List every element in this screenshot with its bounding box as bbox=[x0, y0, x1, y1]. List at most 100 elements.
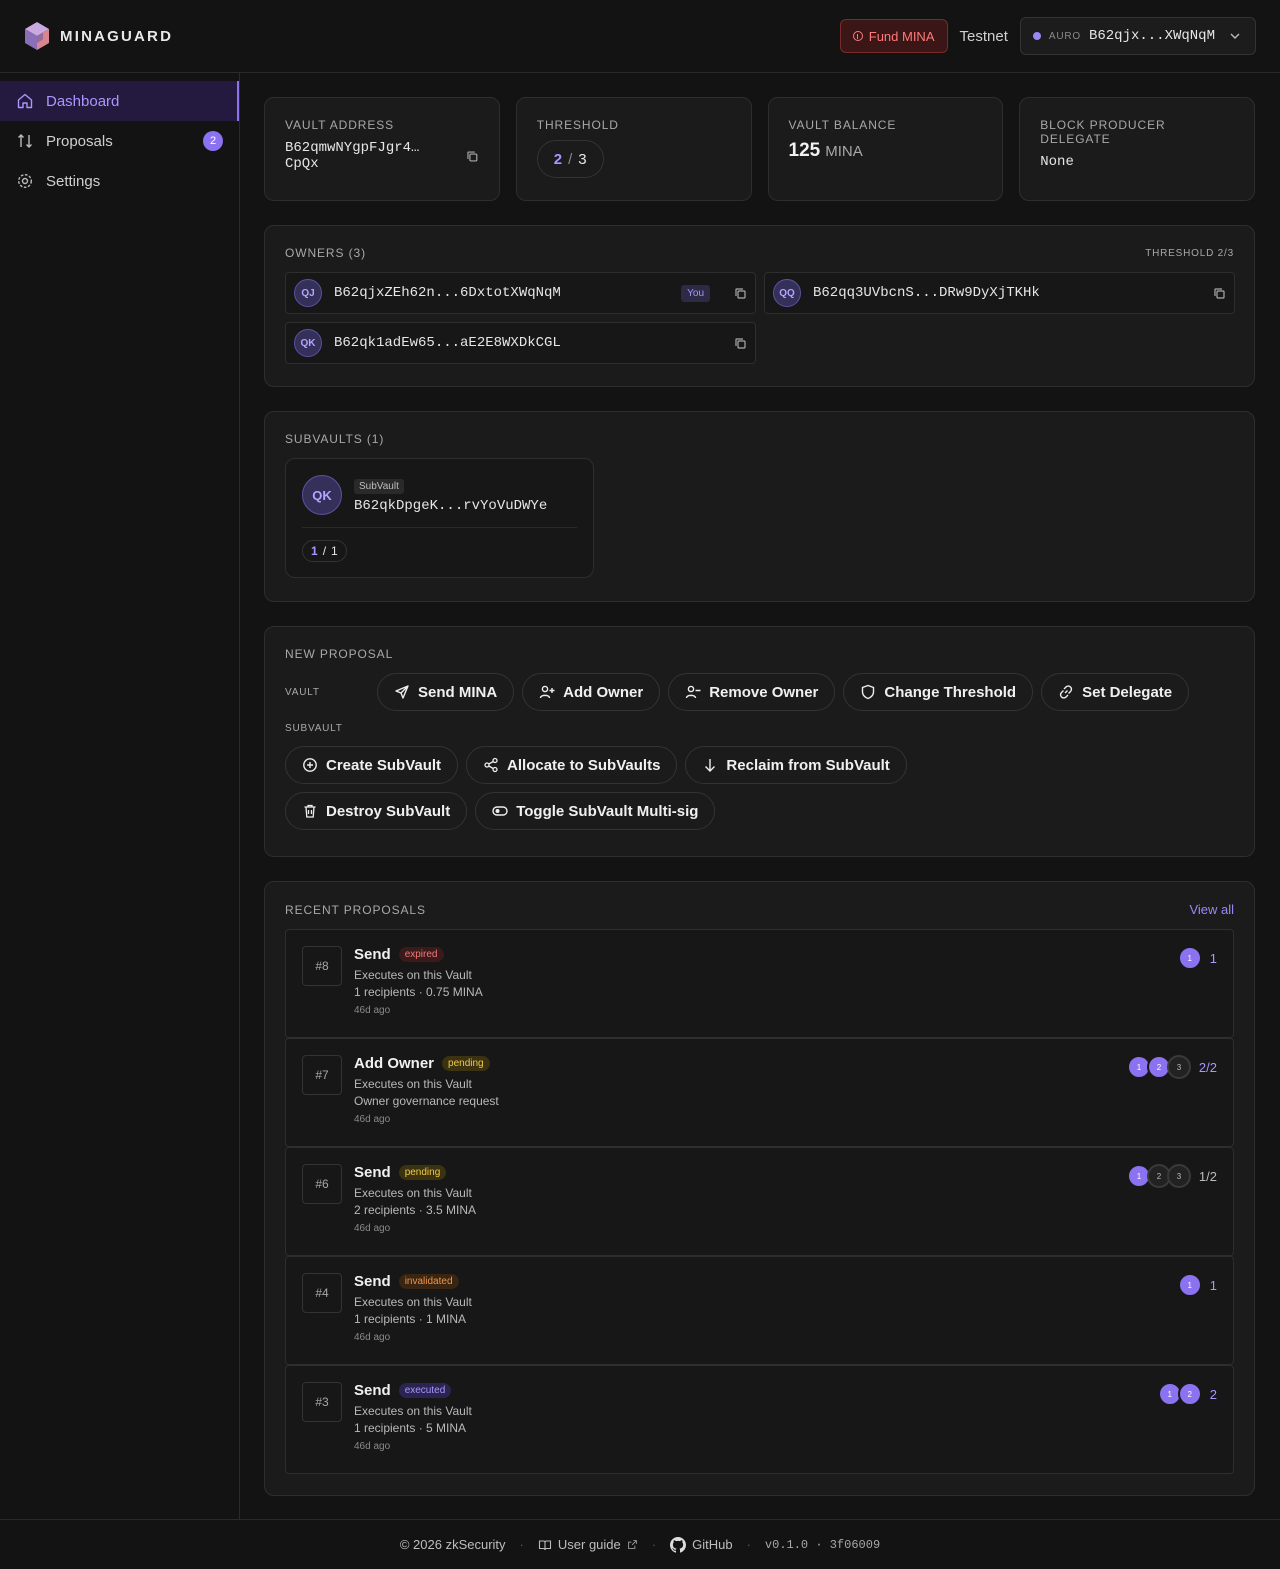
signature-progress: 11 bbox=[1177, 946, 1217, 970]
signer-avatar: 3 bbox=[1166, 1055, 1191, 1079]
subvault-address: B62qkDpgeK...rvYoVuDWYe bbox=[354, 498, 548, 514]
top-bar: MINAGUARD Fund MINA Testnet AURO B62qjx.… bbox=[0, 0, 1280, 73]
balance-amount: 125 bbox=[788, 140, 821, 161]
proposal-summary: 1 recipients · 1 MINA bbox=[354, 1312, 467, 1326]
owner-address: B62qq3UVbcnS...DRw9DyXjTKHk bbox=[813, 285, 1040, 301]
signature-progress: 1 2 3 1/2 bbox=[1126, 1164, 1217, 1188]
delegate-card: Block Producer Delegate None bbox=[1019, 97, 1255, 201]
owners-title: Owners (3) bbox=[285, 246, 366, 260]
app-logo[interactable]: MINAGUARD bbox=[24, 21, 173, 51]
wallet-selector[interactable]: AURO B62qjx...XWqNqM bbox=[1019, 17, 1256, 55]
sidebar-item-label: Proposals bbox=[46, 132, 113, 150]
proposal-summary: 2 recipients · 3.5 MINA bbox=[354, 1203, 477, 1217]
fund-mina-button[interactable]: Fund MINA bbox=[839, 19, 948, 53]
copy-icon[interactable] bbox=[734, 287, 747, 300]
sidebar-item-settings[interactable]: Settings bbox=[0, 161, 239, 201]
threshold-current: 2 bbox=[553, 150, 563, 168]
signer-avatar: 3 bbox=[1166, 1164, 1191, 1188]
vault-address-value: B62qmwNYgpFJgr4… CpQx bbox=[285, 140, 420, 172]
new-proposal-title: New Proposal bbox=[285, 647, 394, 661]
wallet-address: B62qjx...XWqNqM bbox=[1088, 28, 1215, 44]
sidebar-item-label: Settings bbox=[46, 172, 101, 190]
owner-row: QK B62qk1adEw65...aE2E8WXDkCGL bbox=[285, 322, 756, 364]
copy-icon[interactable] bbox=[1213, 287, 1226, 300]
create-subvault-button[interactable]: Create SubVault bbox=[285, 746, 459, 784]
proposals-count-badge: 2 bbox=[203, 131, 223, 151]
sidebar-item-proposals[interactable]: Proposals 2 bbox=[0, 121, 239, 161]
new-proposal-section: New Proposal VAULT Send MINA Add Owner R… bbox=[264, 626, 1255, 857]
stat-label: Vault Balance bbox=[788, 118, 897, 132]
arrow-down-icon bbox=[705, 759, 716, 772]
recent-proposals-title: Recent Proposals bbox=[285, 902, 426, 917]
copy-icon[interactable] bbox=[466, 150, 479, 163]
proposal-row[interactable]: #6 Send pending Executes on this Vault 2 rec… bbox=[285, 1147, 1234, 1256]
destroy-subvault-button[interactable]: Destroy SubVault bbox=[285, 792, 468, 830]
network-label: Testnet bbox=[959, 27, 1008, 45]
send-mina-button[interactable]: Send MINA bbox=[377, 673, 515, 711]
status-badge: expired bbox=[398, 947, 444, 962]
chevron-down-icon bbox=[1230, 33, 1240, 39]
vault-balance-card: Vault Balance 125 MINA bbox=[767, 97, 1004, 201]
signer-avatar: 1 bbox=[1177, 1273, 1202, 1297]
you-badge: You bbox=[681, 284, 710, 302]
proposal-row[interactable]: #3 Send executed Executes on this Vault 1 re… bbox=[285, 1365, 1234, 1474]
button-label: Change Threshold bbox=[884, 683, 1017, 701]
subvaults-section: Subvaults (1) QK SubVault B62qkDpgeK...r… bbox=[264, 411, 1255, 602]
proposal-row[interactable]: #4 Send invalidated Executes on this Vault 1… bbox=[285, 1256, 1234, 1365]
button-label: Create SubVault bbox=[326, 756, 442, 774]
cube-logo-icon bbox=[25, 22, 49, 50]
subvault-threshold-current: 1 bbox=[311, 544, 318, 558]
wallet-status-dot bbox=[1032, 32, 1041, 40]
subvault-tag: SubVault bbox=[354, 479, 404, 494]
subvault-card[interactable]: QK SubVault B62qkDpgeK...rvYoVuDWYe 1 / … bbox=[285, 458, 594, 578]
subvault-threshold-total: 1 bbox=[331, 544, 338, 558]
reclaim-subvault-button[interactable]: Reclaim from SubVault bbox=[685, 746, 907, 784]
remove-owner-button[interactable]: Remove Owner bbox=[668, 673, 836, 711]
signer-avatar: 2 bbox=[1177, 1382, 1202, 1406]
signature-progress: 1 2 3 2/2 bbox=[1126, 1055, 1217, 1079]
sidebar-item-dashboard[interactable]: Dashboard bbox=[0, 81, 239, 121]
plus-circle-icon bbox=[303, 758, 317, 772]
proposal-time: 46d ago bbox=[354, 1441, 391, 1452]
proposal-target: Executes on this Vault bbox=[354, 1295, 472, 1309]
copy-icon[interactable] bbox=[734, 337, 747, 350]
proposal-title: Send bbox=[354, 1273, 391, 1290]
delegate-value: None bbox=[1040, 154, 1074, 170]
allocate-subvaults-button[interactable]: Allocate to SubVaults bbox=[466, 746, 678, 784]
proposal-id: #3 bbox=[302, 1382, 342, 1422]
shield-icon bbox=[862, 684, 875, 700]
book-icon bbox=[538, 1539, 551, 1550]
link-icon bbox=[1059, 685, 1073, 699]
user-plus-icon bbox=[539, 685, 555, 699]
app-version: v0.1.0 · 3f06009 bbox=[764, 1537, 881, 1552]
view-all-link[interactable]: View all bbox=[1189, 902, 1234, 917]
github-label: GitHub bbox=[692, 1537, 733, 1552]
add-owner-button[interactable]: Add Owner bbox=[522, 673, 661, 711]
proposal-id: #6 bbox=[302, 1164, 342, 1204]
proposal-title: Send bbox=[354, 946, 391, 963]
proposal-row[interactable]: #8 Send expired Executes on this Vault 1 rec… bbox=[285, 929, 1234, 1038]
sidebar-item-label: Dashboard bbox=[46, 92, 120, 110]
status-badge: pending bbox=[398, 1165, 447, 1180]
subvault-threshold-pill: 1 / 1 bbox=[302, 540, 347, 562]
status-badge: invalidated bbox=[398, 1274, 459, 1289]
vault-actions-label: VAULT bbox=[285, 686, 320, 698]
stat-label: Vault Address bbox=[285, 118, 395, 132]
user-guide-link[interactable]: User guide bbox=[538, 1537, 638, 1552]
home-icon bbox=[17, 93, 33, 109]
proposal-time: 46d ago bbox=[354, 1114, 391, 1125]
proposal-id: #7 bbox=[302, 1055, 342, 1095]
main-content: Vault Address B62qmwNYgpFJgr4… CpQx Thre… bbox=[264, 97, 1255, 1496]
proposal-row[interactable]: #7 Add Owner pending Executes on this Vault… bbox=[285, 1038, 1234, 1147]
button-label: Set Delegate bbox=[1082, 683, 1173, 701]
sidebar: Dashboard Proposals 2 Settings bbox=[0, 73, 240, 1519]
change-threshold-button[interactable]: Change Threshold bbox=[843, 673, 1034, 711]
set-delegate-button[interactable]: Set Delegate bbox=[1041, 673, 1190, 711]
gear-icon bbox=[17, 173, 33, 189]
footer-separator: · bbox=[746, 1537, 751, 1552]
avatar: QK bbox=[294, 329, 322, 357]
signature-progress: 122 bbox=[1157, 1382, 1217, 1406]
github-link[interactable]: GitHub bbox=[670, 1536, 733, 1553]
recent-proposals-section: Recent Proposals View all #8 Send expired E… bbox=[264, 881, 1255, 1496]
toggle-multisig-button[interactable]: Toggle SubVault Multi-sig bbox=[475, 792, 716, 830]
